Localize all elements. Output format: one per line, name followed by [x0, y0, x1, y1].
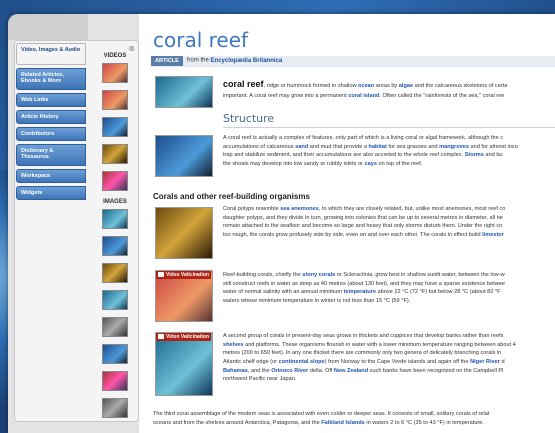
nav-widgets[interactable]: Widgets — [16, 186, 86, 200]
article-content: coral reef ARTICLE from the Encyclopædia … — [139, 14, 555, 433]
nav-related-articles[interactable]: Related Articles, Ebooks & More — [16, 68, 86, 90]
structure-heading: Structure — [223, 112, 275, 125]
corals-paragraph-3: A second group of corals in present-day … — [223, 333, 516, 383]
image-thumbnail[interactable] — [102, 398, 128, 418]
media-column: ⊗ VIDEOS IMAGES — [93, 44, 137, 425]
corals-paragraph-4: The third coral assemblage of the modern… — [153, 411, 490, 426]
corals-paragraph-1: Coral polyps resemble sea anemones, to w… — [223, 206, 506, 238]
close-icon[interactable]: ⊗ — [128, 44, 135, 53]
intro-paragraph: coral reef, ridge or hummock formed in s… — [223, 79, 508, 99]
link-bahamas[interactable]: Bahamas — [223, 368, 248, 374]
link-mangroves[interactable]: mangroves — [439, 144, 469, 150]
link-storms[interactable]: Storms — [465, 152, 484, 158]
coral-reef-image[interactable] — [155, 135, 213, 177]
coral-polyps-image[interactable] — [155, 207, 213, 259]
structure-paragraph: A coral reef is actually a complex of fe… — [223, 135, 518, 167]
nav-video-images-audio[interactable]: Video, Images & Audio — [16, 43, 86, 65]
link-stony-corals[interactable]: stony corals — [302, 272, 335, 278]
lead-term: coral reef — [223, 79, 264, 89]
image-thumbnail[interactable] — [102, 317, 128, 337]
link-limestone[interactable]: limestor — [482, 232, 504, 238]
article-tag: ARTICLE — [151, 56, 183, 66]
link-coral-island[interactable]: coral island — [348, 93, 379, 99]
nav-web-links[interactable]: Web Links — [16, 93, 86, 107]
media-panel: Video, Images & Audio Related Articles, … — [14, 40, 139, 422]
video-thumbnail[interactable] — [102, 90, 128, 110]
corals-paragraph-2: Reef-building corals, chiefly the stony … — [223, 272, 506, 304]
link-sea-anemones[interactable]: sea anemones — [280, 206, 319, 212]
video-coral-thickets[interactable]: Video Vaticination — [155, 332, 213, 396]
source-prefix: from the — [186, 57, 209, 64]
nav-contributors[interactable]: Contributors — [16, 127, 86, 141]
link-orinoco-river[interactable]: Orinoco River — [271, 368, 308, 374]
link-new-zealand[interactable]: New Zealand — [334, 368, 368, 374]
link-continental-slope[interactable]: continental slope — [279, 359, 325, 365]
image-thumbnail[interactable] — [102, 344, 128, 364]
link-cays[interactable]: cays — [364, 161, 376, 167]
image-thumbnail[interactable] — [102, 371, 128, 391]
window-frame-top — [8, 14, 88, 40]
link-ocean[interactable]: ocean — [358, 83, 374, 89]
link-temperature[interactable]: temperature — [344, 289, 376, 295]
divider — [223, 127, 555, 128]
videos-heading: VIDEOS — [103, 53, 127, 59]
image-thumbnail[interactable] — [102, 263, 128, 283]
video-icon — [158, 272, 164, 278]
link-algae[interactable]: algae — [399, 83, 413, 89]
link-falkland-islands[interactable]: Falkland Islands — [321, 420, 365, 426]
video-thumbnail[interactable] — [102, 171, 128, 191]
source-publication-link[interactable]: Encyclopædia Britannica — [211, 58, 283, 64]
link-sand[interactable]: sand — [295, 144, 308, 150]
video-icon — [158, 334, 164, 340]
corals-heading: Corals and other reef-building organisms — [153, 192, 310, 201]
link-habitat[interactable]: habitat — [369, 144, 387, 150]
image-thumbnail[interactable] — [102, 209, 128, 229]
video-badge: Video Vaticination — [156, 333, 211, 341]
nav-article-history[interactable]: Article History — [16, 110, 86, 124]
image-thumbnail[interactable] — [102, 236, 128, 256]
link-niger-river[interactable]: Niger River — [470, 359, 500, 365]
reef-aerial-image[interactable] — [155, 76, 213, 108]
source-bar: ARTICLE from the Encyclopædia Britannica — [151, 56, 555, 67]
image-thumbnail[interactable] — [102, 290, 128, 310]
video-thumbnail[interactable] — [102, 117, 128, 137]
video-thumbnail[interactable] — [102, 144, 128, 164]
images-heading: IMAGES — [103, 199, 127, 205]
link-shelves[interactable]: shelves — [223, 342, 244, 348]
video-thumbnail[interactable] — [102, 63, 128, 83]
video-badge: Video Vaticination — [156, 271, 211, 279]
side-nav: Video, Images & Audio Related Articles, … — [16, 43, 88, 203]
nav-dictionary-thesaurus[interactable]: Dictionary & Thesaurus — [16, 144, 86, 166]
video-stony-corals[interactable]: Video Vaticination — [155, 270, 213, 322]
page-title: coral reef — [153, 28, 249, 52]
nav-workspace[interactable]: Workspace — [16, 169, 86, 183]
